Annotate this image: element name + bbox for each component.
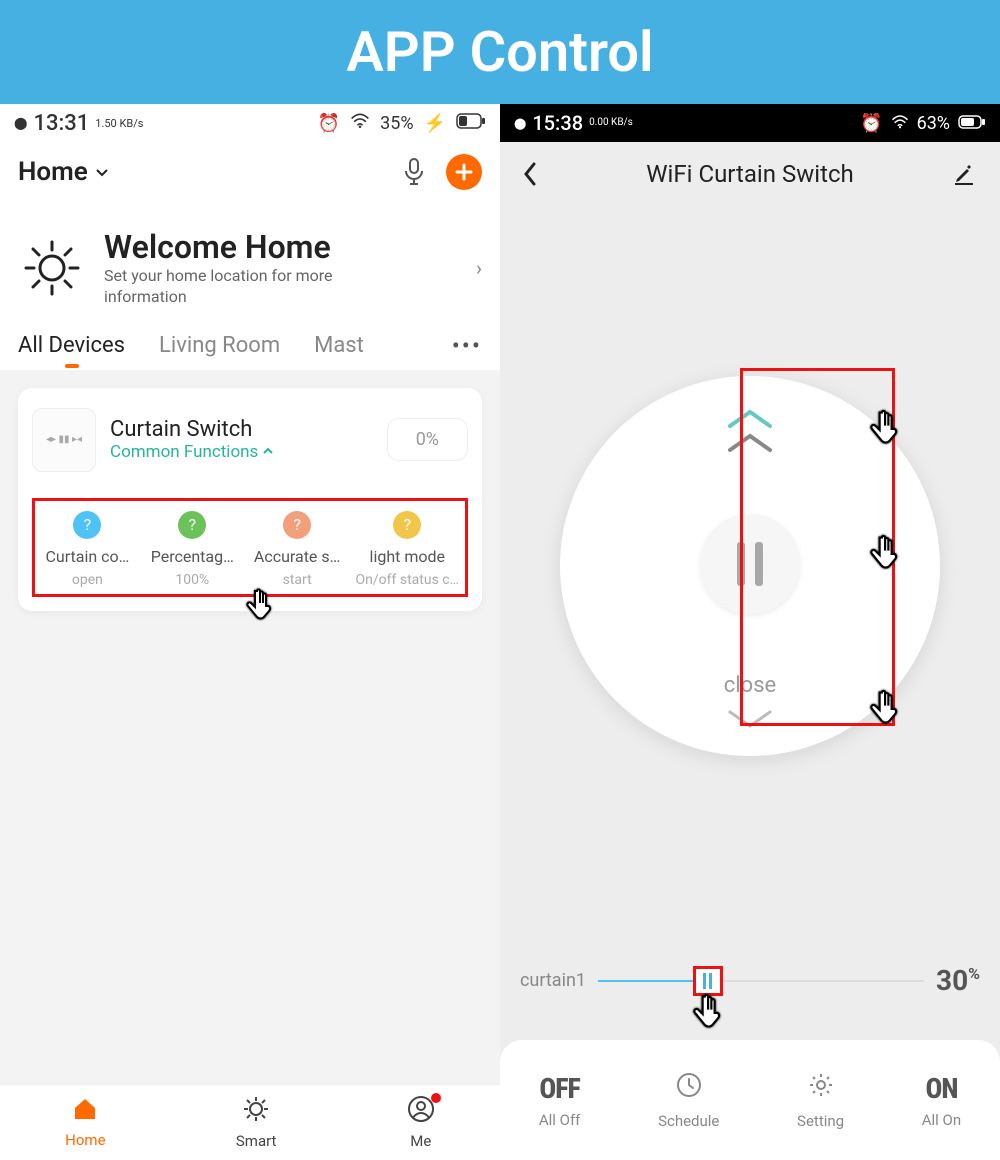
slider-fill <box>598 980 696 982</box>
charging-icon: ⚡ <box>424 113 446 134</box>
alarm-icon: ⏰ <box>318 113 340 134</box>
banner: APP Control <box>0 0 1000 104</box>
curtain-slider[interactable] <box>598 980 924 982</box>
mic-icon[interactable] <box>400 158 428 186</box>
edit-button[interactable] <box>952 162 980 186</box>
battery-percent: 35% <box>380 113 413 134</box>
all-off-button[interactable]: OFF All Off <box>539 1072 581 1129</box>
statusbar-right: ⬤ 15:38 0.00 KB/s ⏰ 63% <box>500 104 1000 142</box>
welcome-title: Welcome Home <box>104 228 374 266</box>
home-dropdown[interactable]: Home <box>18 157 110 187</box>
slider-percent: 30% <box>936 964 980 997</box>
signal-icon: ⬤ <box>514 117 526 130</box>
slider-label: curtain1 <box>520 970 586 991</box>
header-left: Home <box>0 142 500 202</box>
chevron-down-icon <box>94 157 110 187</box>
statusbar-left: ⬤ 13:31 1.50 KB/s ⏰ 35% ⚡ <box>0 104 500 142</box>
right-phone: ⬤ 15:38 0.00 KB/s ⏰ 63% WiFi Curtain Swi… <box>500 104 1000 1160</box>
status-time: 15:38 <box>532 111 583 135</box>
hand-pointer-icon <box>860 406 908 454</box>
profile-icon <box>407 1095 435 1130</box>
func-accurate[interactable]: ? Accurate s… start <box>245 511 350 588</box>
tab-master[interactable]: Mast <box>314 333 364 358</box>
chevron-right-icon: › <box>476 256 482 280</box>
banner-title: APP Control <box>346 19 653 85</box>
welcome-card[interactable]: Welcome Home Set your home location for … <box>0 202 500 326</box>
common-functions-toggle[interactable]: Common Functions <box>110 442 373 462</box>
left-phone: ⬤ 13:31 1.50 KB/s ⏰ 35% ⚡ Home <box>0 104 500 1160</box>
bottom-nav: Home Smart Me <box>0 1084 500 1160</box>
tab-living-room[interactable]: Living Room <box>159 333 280 358</box>
wifi-icon <box>350 113 370 134</box>
header-right: WiFi Curtain Switch <box>500 142 1000 206</box>
hand-pointer-icon <box>860 686 908 734</box>
device-icon: ◂▸ ▮▮ ▸◂ <box>32 408 96 472</box>
curtain-circle: close <box>500 376 1000 756</box>
hand-pointer-icon <box>860 531 908 579</box>
slider-row: curtain1 30% <box>520 964 980 997</box>
chevron-up-icon <box>262 442 274 462</box>
wifi-icon <box>891 113 909 134</box>
tabs-more-icon[interactable]: ••• <box>452 332 482 360</box>
tab-all-devices[interactable]: All Devices <box>18 333 125 358</box>
alarm-icon: ⏰ <box>860 113 882 134</box>
status-kbs: 0.00 KB/s <box>589 118 633 128</box>
nav-home[interactable]: Home <box>65 1096 105 1149</box>
status-kbs: 1.50 KB/s <box>95 118 143 129</box>
status-time: 13:31 <box>33 111 89 136</box>
hand-pointer-icon <box>683 990 731 1038</box>
battery-icon <box>456 113 486 134</box>
page-title: WiFi Curtain Switch <box>646 160 853 188</box>
setting-button[interactable]: Setting <box>797 1071 844 1130</box>
nav-me[interactable]: Me <box>407 1095 435 1150</box>
clock-icon <box>658 1071 719 1106</box>
gear-icon <box>797 1071 844 1106</box>
functions-row: ? Curtain co… open ? Percentag… 100% ? A… <box>32 498 468 597</box>
battery-percent: 63% <box>917 113 950 134</box>
back-button[interactable] <box>520 160 548 188</box>
func-curtain-control[interactable]: ? Curtain co… open <box>35 511 140 588</box>
smart-icon <box>236 1095 277 1130</box>
actions-bar: OFF All Off Schedule Setting ON All On <box>500 1040 1000 1160</box>
device-tabs: All Devices Living Room Mast ••• <box>0 326 500 370</box>
func-light-mode[interactable]: ? light mode On/off status c… <box>350 511 465 588</box>
device-card[interactable]: ◂▸ ▮▮ ▸◂ Curtain Switch Common Functions… <box>18 388 482 611</box>
nav-smart[interactable]: Smart <box>236 1095 277 1150</box>
func-percentage[interactable]: ? Percentag… 100% <box>140 511 245 588</box>
device-name: Curtain Switch <box>110 417 373 442</box>
hand-pointer-icon <box>235 585 283 633</box>
signal-icon: ⬤ <box>14 116 27 130</box>
welcome-subtitle: Set your home location for more informat… <box>104 266 374 308</box>
sun-icon <box>18 234 86 302</box>
battery-icon <box>958 113 986 134</box>
notification-dot <box>431 1093 441 1103</box>
schedule-button[interactable]: Schedule <box>658 1071 719 1130</box>
home-icon <box>65 1096 105 1129</box>
all-on-button[interactable]: ON All On <box>922 1072 961 1129</box>
add-button[interactable] <box>446 154 482 190</box>
percent-button[interactable]: 0% <box>387 418 468 461</box>
